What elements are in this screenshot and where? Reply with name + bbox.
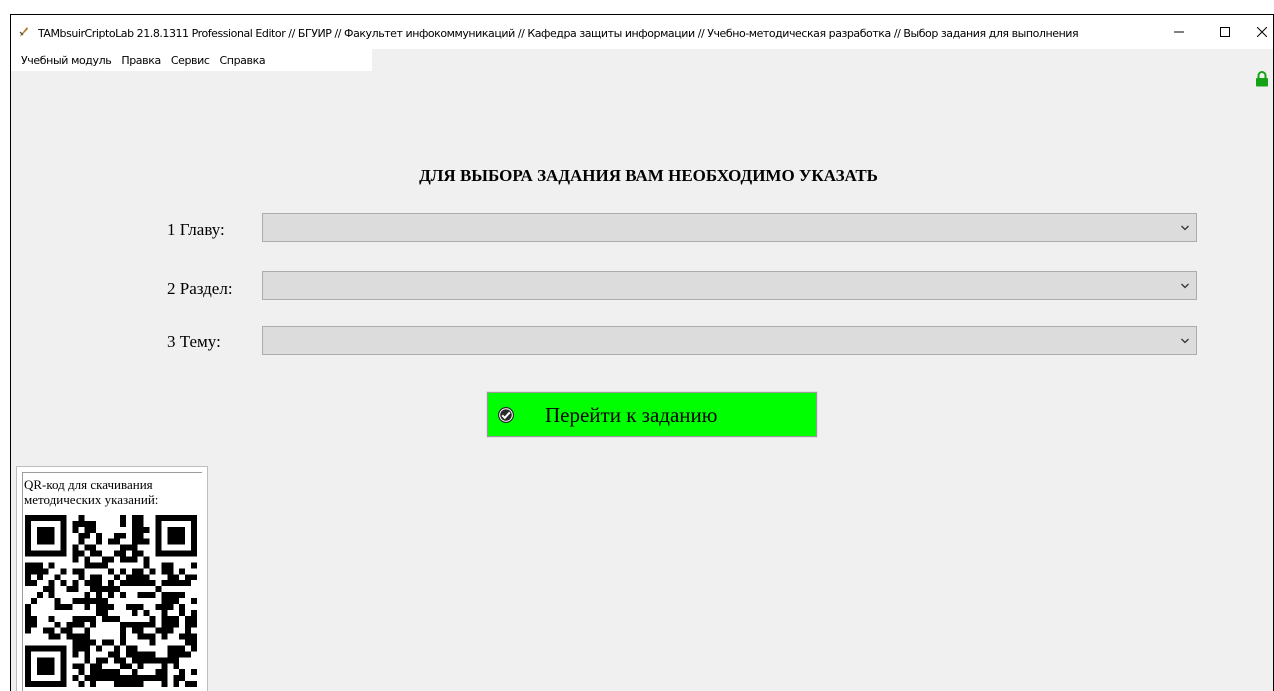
divider — [22, 472, 202, 473]
go-to-task-label: Перейти к заданию — [545, 403, 718, 427]
menu-item-edit[interactable]: Правка — [116, 54, 165, 67]
qr-code-icon[interactable] — [25, 511, 197, 691]
menu-bar: Учебный модуль Правка Сервис Справка — [11, 49, 372, 71]
maximize-icon — [1220, 27, 1230, 37]
check-circle-icon — [498, 407, 514, 423]
section-select[interactable] — [262, 271, 1197, 300]
chevron-down-icon — [1181, 225, 1189, 231]
topic-label: 3 Тему: — [167, 332, 221, 351]
chapter-select[interactable] — [262, 213, 1197, 242]
section-label: 2 Раздел: — [167, 279, 233, 298]
dagger-icon — [19, 27, 28, 37]
topic-select[interactable] — [262, 326, 1197, 355]
chevron-down-icon — [1181, 338, 1189, 344]
menu-item-service[interactable]: Сервис — [166, 54, 215, 67]
lock-icon — [1256, 71, 1268, 87]
minimize-button[interactable] — [1156, 15, 1202, 49]
qr-caption: QR-код для скачивания методических указа… — [24, 477, 159, 507]
page-heading: ДЛЯ ВЫБОРА ЗАДАНИЯ ВАМ НЕОБХОДИМО УКАЗАТ… — [419, 166, 878, 185]
go-to-task-button[interactable]: Перейти к заданию — [486, 391, 818, 438]
window-title: TAMbsuirCriptoLab 21.8.1311 Professional… — [38, 27, 1079, 40]
chevron-down-icon — [1181, 283, 1189, 289]
app-window: TAMbsuirCriptoLab 21.8.1311 Professional… — [10, 14, 1274, 691]
qr-panel: QR-код для скачивания методических указа… — [16, 466, 208, 691]
minimize-icon — [1174, 31, 1184, 33]
maximize-button[interactable] — [1202, 15, 1248, 49]
menu-item-module[interactable]: Учебный модуль — [16, 54, 116, 67]
chapter-label: 1 Главу: — [167, 220, 225, 239]
close-icon — [1256, 27, 1267, 37]
title-bar[interactable]: TAMbsuirCriptoLab 21.8.1311 Professional… — [11, 15, 1273, 49]
close-button[interactable] — [1248, 15, 1273, 49]
divider — [22, 472, 23, 691]
menu-item-help[interactable]: Справка — [215, 54, 271, 67]
